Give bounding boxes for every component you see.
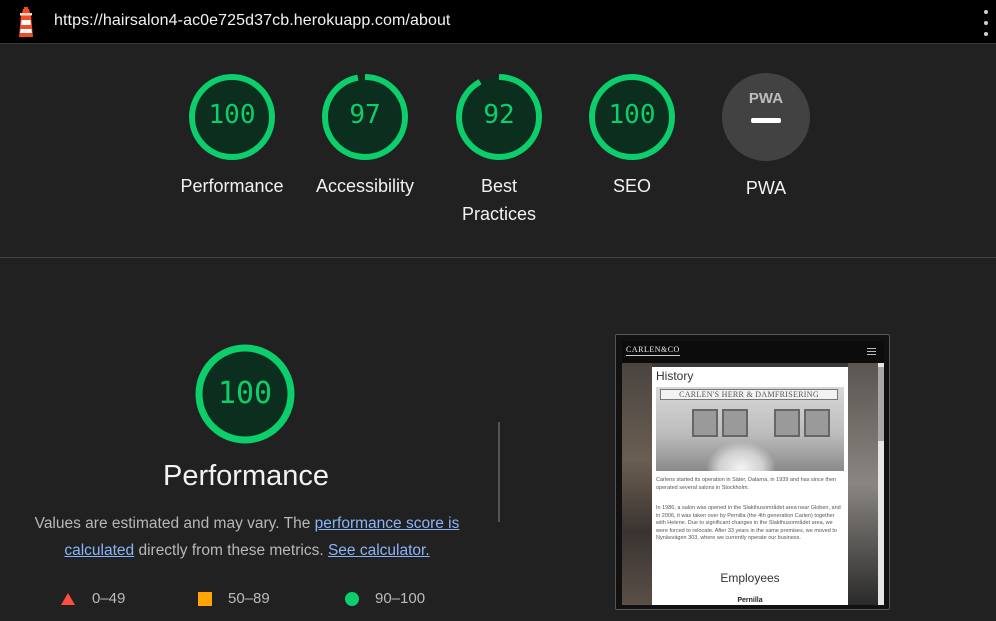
- gauge-seo[interactable]: 100 SEO: [572, 72, 692, 200]
- history-heading: History: [656, 369, 694, 383]
- pwa-badge-text: PWA: [749, 90, 783, 107]
- history-paragraph-2: In 1986, a salon was opened in the Slakt…: [656, 505, 841, 541]
- section-divider: [0, 257, 996, 258]
- gauge-score: 100: [208, 100, 256, 130]
- scrollbar-thumb: [878, 367, 884, 441]
- gauge-pwa[interactable]: PWA PWA: [706, 72, 826, 202]
- kebab-menu-icon[interactable]: [982, 10, 990, 36]
- gauge-label: SEO: [612, 176, 651, 196]
- final-screenshot[interactable]: CARLEN&CO History CARLEN'S HERR & DAMFRI…: [615, 334, 890, 610]
- history-paragraph-1: Carlens started its operation in Säter, …: [656, 477, 837, 491]
- gauge-label-line2: Practices: [461, 204, 537, 224]
- see-calculator-link[interactable]: See calculator.: [328, 542, 430, 559]
- gauge-best-practices[interactable]: 92 Best Practices: [439, 72, 559, 228]
- site-navbar: CARLEN&CO: [622, 341, 884, 363]
- gauge-label: PWA: [745, 178, 787, 198]
- gauge-label-line1: Best: [480, 176, 518, 196]
- gauge-label: Accessibility: [315, 176, 415, 196]
- desc-middle: directly from these metrics.: [134, 542, 328, 559]
- category-description: Values are estimated and may vary. The p…: [24, 510, 470, 564]
- category-title: Performance: [162, 460, 329, 492]
- photo-sign: CARLEN'S HERR & DAMFRISERING: [660, 389, 838, 400]
- gauge-score: 92: [483, 100, 515, 130]
- screenshot-viewport: CARLEN&CO History CARLEN'S HERR & DAMFRI…: [622, 341, 884, 605]
- legend-range: 90–100: [375, 590, 426, 607]
- gauge-score: 97: [349, 100, 381, 130]
- triangle-icon: [61, 592, 75, 605]
- employees-heading: Employees: [720, 571, 780, 585]
- hamburger-menu-icon: [867, 348, 876, 355]
- desc-prefix: Values are estimated and may vary. The: [34, 515, 315, 532]
- gauge-performance-large: 100: [190, 342, 300, 446]
- legend-range: 50–89: [228, 590, 270, 607]
- legend-pass: 90–100: [345, 590, 425, 607]
- legend-average: 50–89: [198, 590, 270, 607]
- square-icon: [198, 591, 212, 606]
- gauge-accessibility[interactable]: 97 Accessibility: [305, 72, 425, 200]
- gauge-performance[interactable]: 100 Performance: [172, 72, 292, 200]
- page-url[interactable]: https://hairsalon4-ac0e725d37cb.herokuap…: [54, 12, 450, 30]
- site-logo: CARLEN&CO: [626, 345, 680, 356]
- gauge-label: Performance: [180, 176, 284, 196]
- gauge-score: 100: [608, 100, 656, 130]
- legend-range: 0–49: [92, 590, 126, 607]
- legend-fail: 0–49: [60, 590, 125, 607]
- history-card: History CARLEN'S HERR & DAMFRISERING Car…: [652, 367, 848, 605]
- pwa-badge-icon: PWA: [722, 73, 810, 161]
- employee-name: Pernilla: [737, 597, 763, 604]
- gauge-score: 100: [217, 376, 273, 411]
- circle-icon: [345, 591, 359, 606]
- top-bar: https://hairsalon4-ac0e725d37cb.herokuap…: [0, 0, 996, 44]
- historic-photo: CARLEN'S HERR & DAMFRISERING: [656, 387, 844, 471]
- lighthouse-icon: [19, 7, 33, 37]
- background-image-left: [622, 363, 652, 605]
- vertical-separator: [498, 422, 500, 522]
